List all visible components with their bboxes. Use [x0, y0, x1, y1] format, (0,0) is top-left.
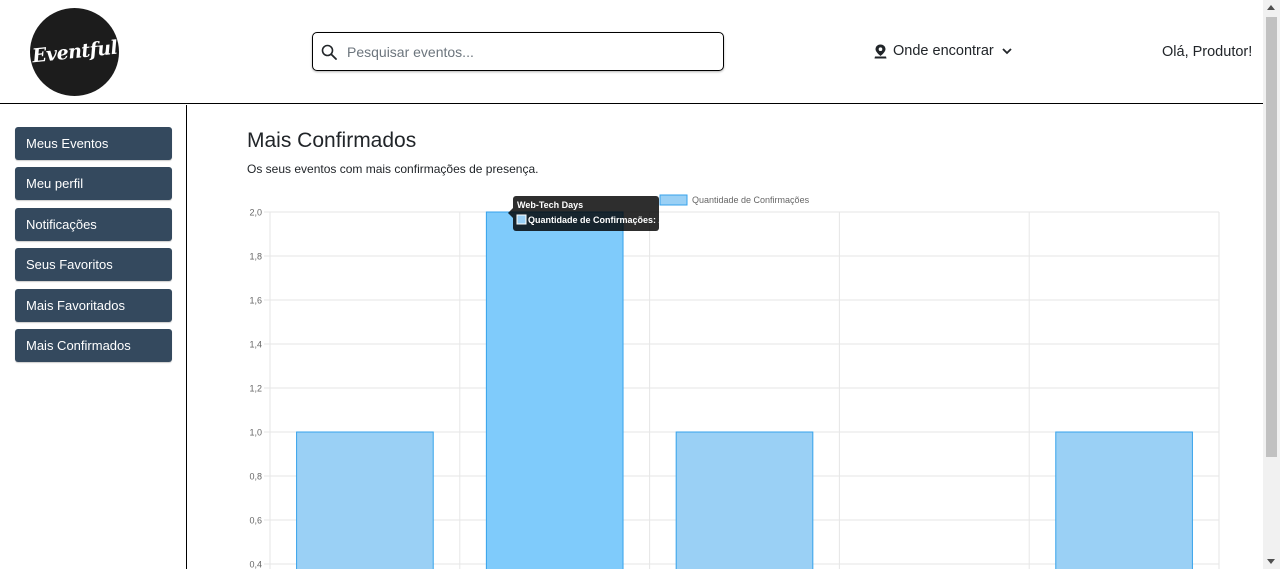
y-tick-label: 1,4: [249, 340, 262, 350]
y-tick-label: 2,0: [249, 208, 262, 218]
chart-bar: [1055, 431, 1193, 569]
sidebar-item-meu-perfil[interactable]: Meu perfil: [15, 167, 172, 200]
eventful-logo[interactable]: Eventful: [30, 8, 119, 96]
main-content: 2,0 1,8 1,6 1,4 1,2 1,0 0,8 0,6 0,4 Quantidade de…: [188, 105, 1263, 569]
chart-bar: [296, 431, 434, 569]
chart-bar: [675, 431, 814, 569]
sidebar-item-mais-confirmados[interactable]: Mais Confirmados: [15, 329, 172, 362]
tooltip-swatch: [516, 214, 527, 225]
y-tick-label: 1,0: [249, 428, 262, 438]
chevron-down-icon: [1002, 48, 1012, 55]
sidebar-item-meus-eventos[interactable]: Meus Eventos: [15, 127, 172, 160]
search-bar[interactable]: [312, 32, 724, 71]
page-scrollbar[interactable]: [1263, 0, 1280, 569]
sidebar-item-mais-favoritados[interactable]: Mais Favoritados: [15, 289, 172, 322]
tooltip-title: Web-Tech Days: [517, 200, 583, 210]
legend-label: Quantidade de Confirmações: [692, 195, 810, 205]
map-pin-icon: [874, 44, 887, 58]
scroll-up-arrow-icon[interactable]: [1267, 5, 1275, 10]
y-tick-label: 1,2: [249, 384, 262, 394]
sidebar-item-notificacoes[interactable]: Notificações: [15, 208, 172, 241]
tooltip-body: Quantidade de Confirmações: 2: [528, 215, 664, 225]
legend-swatch: [659, 194, 688, 206]
search-icon: [321, 44, 337, 60]
chart-bar: [485, 211, 624, 569]
y-tick-label: 1,8: [249, 252, 262, 262]
y-tick-label: 1,6: [249, 296, 262, 306]
y-tick-label: 0,6: [249, 516, 262, 526]
y-tick-label: 0,8: [249, 472, 262, 482]
user-greeting: Olá, Produtor!: [1162, 44, 1253, 60]
y-tick-label: 0,4: [249, 560, 262, 569]
scroll-down-arrow-icon[interactable]: [1267, 559, 1275, 564]
location-dropdown[interactable]: Onde encontrar: [874, 43, 1013, 59]
location-label: Onde encontrar: [893, 43, 994, 59]
sidebar-item-seus-favoritos[interactable]: Seus Favoritos: [15, 248, 172, 281]
logo-text: Eventful: [30, 36, 119, 68]
search-input[interactable]: [347, 43, 707, 60]
page-subtitle: Os seus eventos com mais confirmações de…: [247, 162, 539, 176]
sidebar: Meus Eventos Meu perfil Notificações Seu…: [0, 105, 187, 569]
page-title: Mais Confirmados: [247, 129, 417, 152]
header: Eventful Onde encontrar Olá, Produtor!: [0, 0, 1263, 104]
scrollbar-thumb[interactable]: [1266, 17, 1277, 457]
